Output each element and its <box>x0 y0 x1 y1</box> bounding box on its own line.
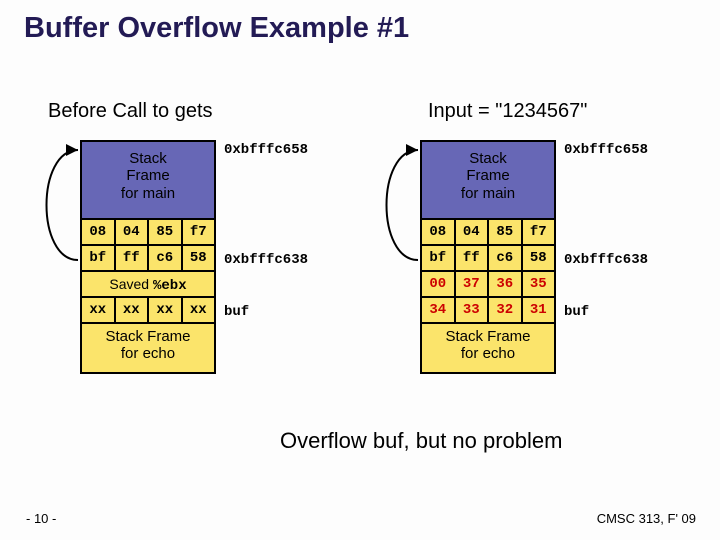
pointer-arrow-icon <box>28 140 88 330</box>
byte-cell: xx <box>116 298 150 322</box>
byte-cell: ff <box>116 246 150 270</box>
frame-echo-l2: for echo <box>121 345 175 362</box>
page-number: - 10 - <box>26 511 56 526</box>
frame-main: Stack Frame for main <box>82 142 214 220</box>
slide-title: Buffer Overflow Example #1 <box>24 12 409 45</box>
byte-cell: 58 <box>523 246 555 270</box>
bytes-row-2: bf ff c6 58 <box>422 246 554 272</box>
bytes-row-1: 08 04 85 f7 <box>422 220 554 246</box>
byte-cell: 04 <box>116 220 150 244</box>
course-label: CMSC 313, F' 09 <box>597 511 696 526</box>
byte-cell: 85 <box>489 220 523 244</box>
frame-main-l2: Frame <box>466 167 509 184</box>
saved-ebx-row: Saved %ebx <box>82 272 214 298</box>
frame-echo: Stack Frame for echo <box>82 324 214 372</box>
byte-cell: f7 <box>183 220 215 244</box>
byte-cell: c6 <box>489 246 523 270</box>
byte-cell: xx <box>149 298 183 322</box>
addr-mid: 0xbfffc638 <box>564 252 648 268</box>
stack-diagram-after: Stack Frame for main 08 04 85 f7 bf ff c… <box>420 140 556 374</box>
subtitle-input: Input = "1234567" <box>428 100 587 123</box>
bytes-row-2: bf ff c6 58 <box>82 246 214 272</box>
frame-echo-l1: Stack Frame <box>105 328 190 345</box>
byte-cell: 35 <box>523 272 555 296</box>
saved-reg: %ebx <box>153 278 187 294</box>
pointer-arrow-icon <box>368 140 428 330</box>
frame-main: Stack Frame for main <box>422 142 554 220</box>
frame-main-l3: for main <box>461 185 515 202</box>
byte-cell: 36 <box>489 272 523 296</box>
byte-cell: xx <box>82 298 116 322</box>
stack-box: Stack Frame for main 08 04 85 f7 bf ff c… <box>80 140 216 374</box>
subtitle-before: Before Call to gets <box>48 100 213 123</box>
frame-echo: Stack Frame for echo <box>422 324 554 372</box>
byte-cell: bf <box>82 246 116 270</box>
byte-cell: 31 <box>523 298 555 322</box>
byte-cell: 85 <box>149 220 183 244</box>
stack-box: Stack Frame for main 08 04 85 f7 bf ff c… <box>420 140 556 374</box>
frame-main-l2: Frame <box>126 167 169 184</box>
frame-echo-l1: Stack Frame <box>445 328 530 345</box>
byte-cell: 08 <box>422 220 456 244</box>
bytes-row-4: xx xx xx xx <box>82 298 214 324</box>
saved-prefix: Saved <box>109 276 153 292</box>
byte-cell: 33 <box>456 298 490 322</box>
addr-top: 0xbfffc658 <box>224 142 308 158</box>
byte-cell: 58 <box>183 246 215 270</box>
frame-echo-l2: for echo <box>461 345 515 362</box>
byte-cell: 34 <box>422 298 456 322</box>
frame-main-l1: Stack <box>129 150 167 167</box>
buf-label: buf <box>564 304 589 320</box>
stack-diagram-before: Stack Frame for main 08 04 85 f7 bf ff c… <box>80 140 216 374</box>
conclusion-text: Overflow buf, but no problem <box>280 428 562 454</box>
buf-label: buf <box>224 304 249 320</box>
byte-cell: 00 <box>422 272 456 296</box>
addr-top: 0xbfffc658 <box>564 142 648 158</box>
byte-cell: ff <box>456 246 490 270</box>
byte-cell: 04 <box>456 220 490 244</box>
bytes-row-1: 08 04 85 f7 <box>82 220 214 246</box>
frame-main-l1: Stack <box>469 150 507 167</box>
byte-cell: 32 <box>489 298 523 322</box>
byte-cell: bf <box>422 246 456 270</box>
addr-mid: 0xbfffc638 <box>224 252 308 268</box>
byte-cell: f7 <box>523 220 555 244</box>
byte-cell: c6 <box>149 246 183 270</box>
byte-cell: 37 <box>456 272 490 296</box>
bytes-row-4: 34 33 32 31 <box>422 298 554 324</box>
byte-cell: xx <box>183 298 215 322</box>
byte-cell: 08 <box>82 220 116 244</box>
frame-main-l3: for main <box>121 185 175 202</box>
bytes-row-3: 00 37 36 35 <box>422 272 554 298</box>
